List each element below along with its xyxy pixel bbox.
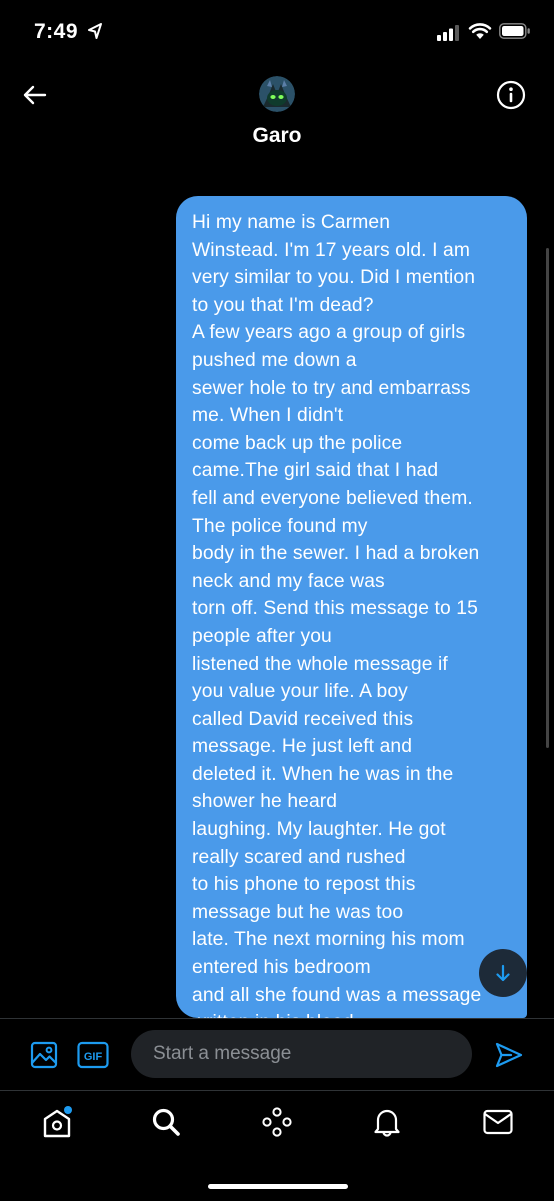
- gif-icon: GIF: [77, 1041, 109, 1069]
- send-icon: [495, 1042, 523, 1068]
- bottom-tab-bar: [0, 1090, 554, 1201]
- mail-icon: [483, 1109, 513, 1135]
- tab-notifications[interactable]: [370, 1105, 404, 1139]
- info-icon: [496, 80, 526, 110]
- home-indicator[interactable]: [208, 1184, 348, 1189]
- tab-spaces[interactable]: [260, 1105, 294, 1139]
- image-icon: [30, 1041, 58, 1069]
- svg-text:GIF: GIF: [84, 1051, 103, 1063]
- tab-search[interactable]: [149, 1105, 183, 1139]
- message-input[interactable]: [131, 1030, 472, 1078]
- tab-home[interactable]: [40, 1105, 74, 1139]
- wifi-icon: [468, 23, 492, 39]
- tab-messages[interactable]: [481, 1105, 515, 1139]
- arrow-down-icon: [496, 964, 510, 982]
- cellular-signal-icon: [437, 25, 459, 41]
- add-image-button[interactable]: [30, 1041, 58, 1074]
- home-icon: [43, 1106, 72, 1138]
- status-time: 7:49: [34, 20, 79, 43]
- info-button[interactable]: [496, 80, 526, 110]
- scrollbar[interactable]: [546, 248, 549, 748]
- send-button[interactable]: [494, 1041, 524, 1074]
- status-bar: 7:49: [0, 0, 554, 66]
- arrow-left-icon: [23, 85, 47, 105]
- message-bubble[interactable]: Hi my name is Carmen Winstead. I'm 17 ye…: [176, 196, 527, 1018]
- battery-icon: [499, 23, 530, 39]
- message-text: Hi my name is Carmen Winstead. I'm 17 ye…: [192, 212, 482, 1018]
- location-arrow-icon: [88, 23, 102, 39]
- conversation-name: Garo: [252, 124, 302, 147]
- scroll-to-bottom-button[interactable]: [479, 949, 527, 997]
- conversation-header: Garo: [0, 66, 554, 166]
- spaces-icon: [262, 1107, 292, 1137]
- message-composer: GIF: [0, 1018, 554, 1091]
- search-icon: [152, 1108, 180, 1136]
- add-gif-button[interactable]: GIF: [77, 1041, 109, 1074]
- back-button[interactable]: [20, 80, 50, 110]
- avatar-image: [259, 76, 295, 112]
- bell-icon: [374, 1109, 400, 1137]
- avatar[interactable]: [259, 76, 295, 112]
